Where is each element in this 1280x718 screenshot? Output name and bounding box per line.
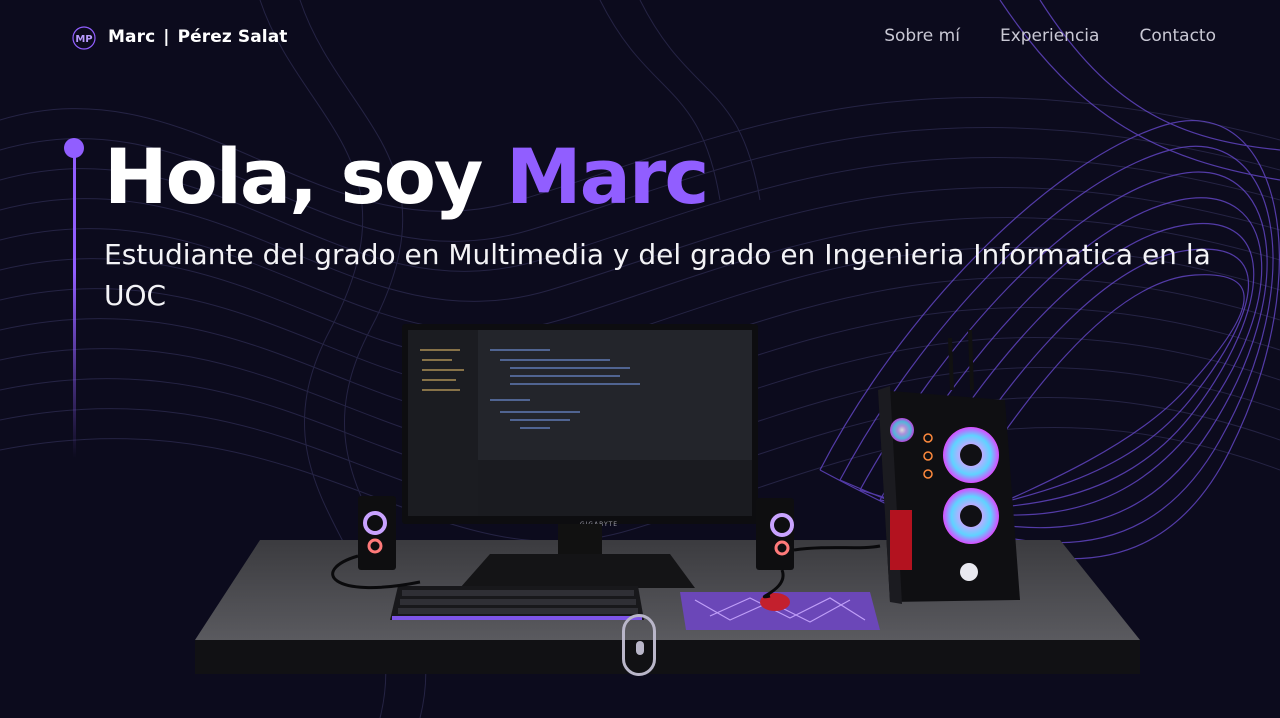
hero-name: Marc — [505, 132, 709, 221]
hero-accent-line — [73, 148, 76, 458]
desk-front — [195, 640, 1140, 674]
hero-title: Hola, soy Marc — [104, 132, 709, 222]
scroll-wheel-dot — [636, 641, 644, 655]
nav-link-contacto[interactable]: Contacto — [1139, 26, 1216, 46]
brand-separator: | — [163, 27, 170, 47]
monitor-neck — [558, 524, 602, 554]
svg-text:MP: MP — [75, 34, 92, 45]
nav-link-experiencia[interactable]: Experiencia — [1000, 26, 1100, 46]
brand-first-name: Marc — [108, 27, 156, 47]
mp-logo-icon[interactable]: MP — [72, 26, 96, 50]
brand-name[interactable]: Marc | Pérez Salat — [108, 27, 288, 47]
desk-setup-illustration[interactable]: GIGABYTE — [190, 320, 1150, 680]
brand-last-name: Pérez Salat — [177, 27, 288, 47]
nav-link-sobre-mi[interactable]: Sobre mí — [884, 26, 960, 46]
monitor-stand — [460, 554, 695, 588]
main-nav: Sobre mí Experiencia Contacto — [884, 26, 1216, 46]
hero-subtitle: Estudiante del grado en Multimedia y del… — [104, 238, 1211, 312]
mouse-scroll-icon[interactable] — [622, 614, 656, 676]
hero-greeting: Hola, soy — [104, 132, 506, 221]
